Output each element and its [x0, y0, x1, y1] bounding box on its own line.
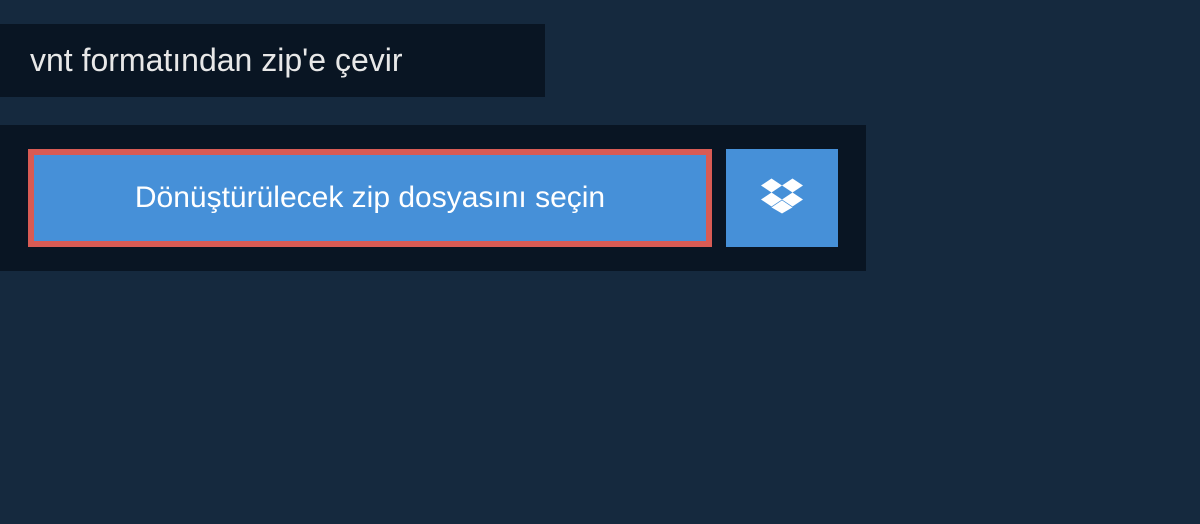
dropbox-button[interactable]: [726, 149, 838, 247]
select-file-label: Dönüştürülecek zip dosyasını seçin: [135, 181, 605, 215]
page-header: vnt formatından zip'e çevir: [0, 24, 545, 97]
page-title: vnt formatından zip'e çevir: [30, 42, 515, 79]
select-file-button[interactable]: Dönüştürülecek zip dosyasını seçin: [28, 149, 712, 247]
upload-section: Dönüştürülecek zip dosyasını seçin: [0, 125, 866, 271]
dropbox-icon: [761, 175, 803, 222]
